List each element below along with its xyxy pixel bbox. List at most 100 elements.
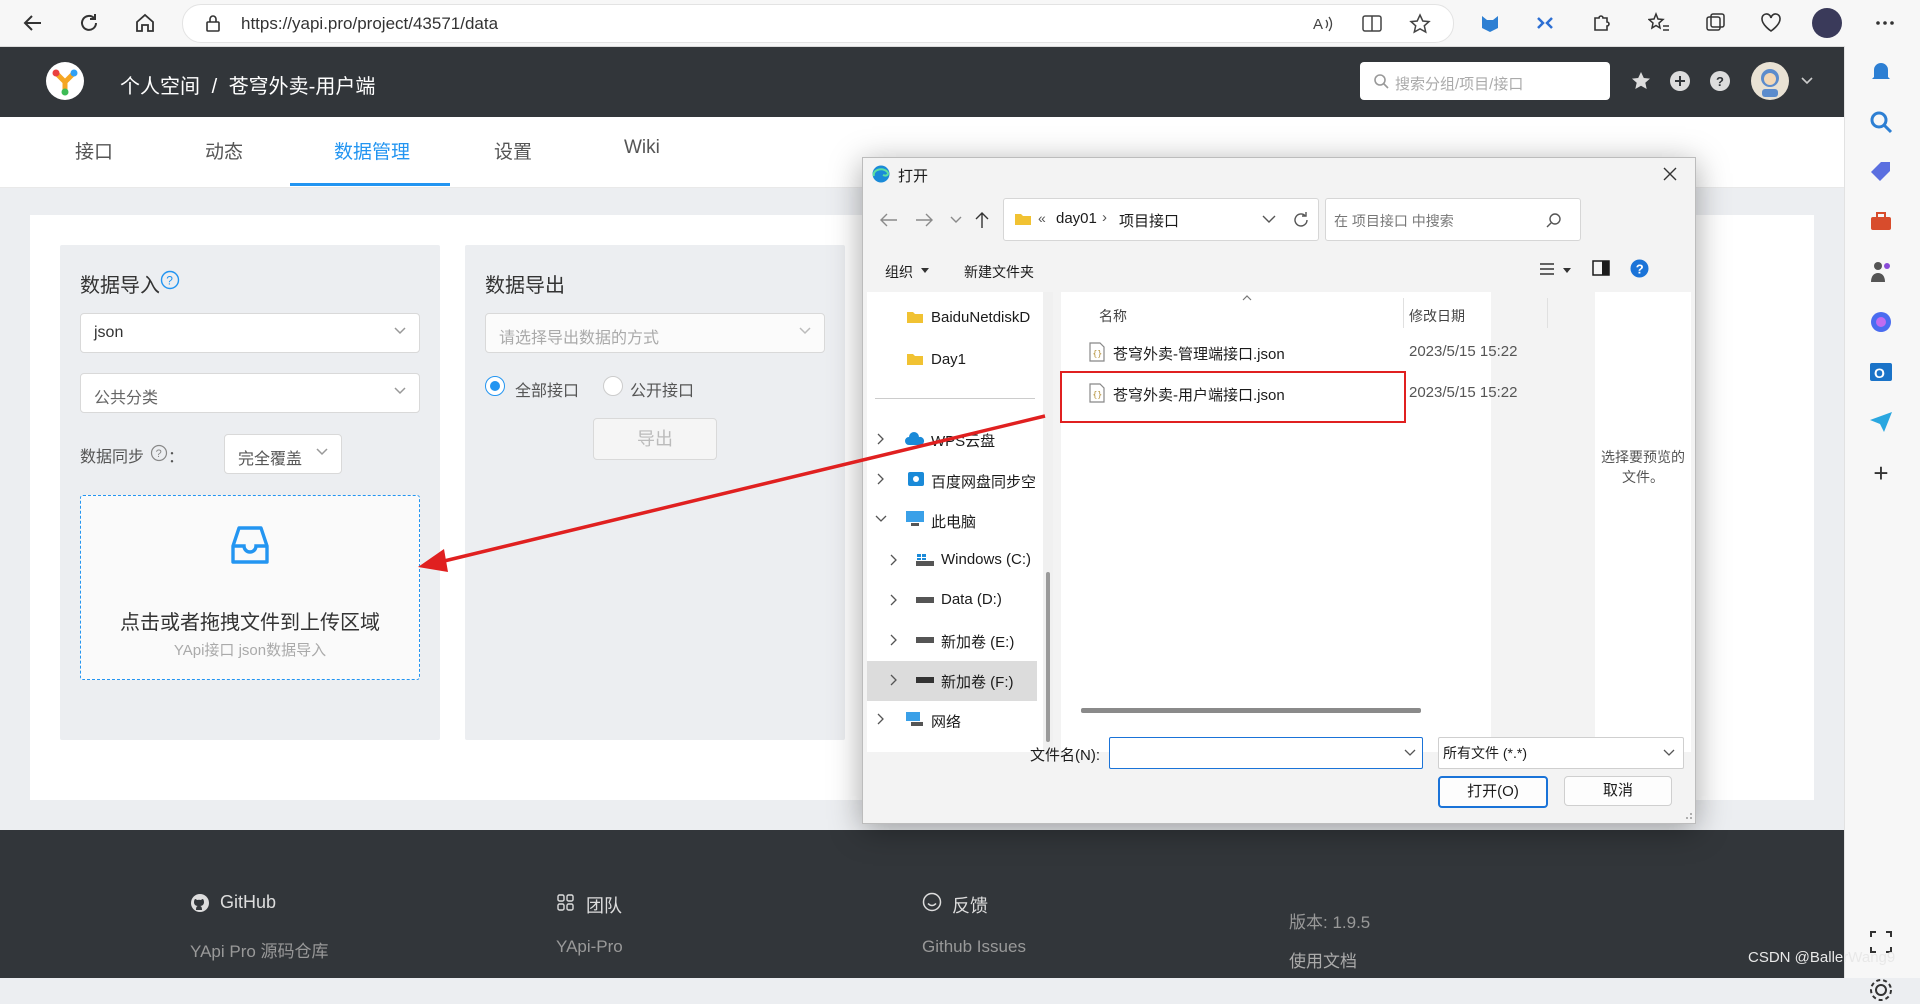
- tab-data-management[interactable]: 数据管理: [334, 137, 410, 164]
- dialog-search-input[interactable]: 在 项目接口 中搜索: [1325, 198, 1581, 241]
- extension-cat-icon[interactable]: [1475, 8, 1505, 38]
- tree-scrollbar[interactable]: [1043, 292, 1053, 752]
- add-sidebar-app-icon[interactable]: +: [1867, 460, 1895, 488]
- open-button[interactable]: 打开(O): [1438, 776, 1548, 808]
- send-icon[interactable]: [1867, 408, 1895, 436]
- arrow-up-icon[interactable]: [974, 211, 990, 229]
- tree-item-this-pc[interactable]: 此电脑: [931, 511, 976, 532]
- new-folder-button[interactable]: 新建文件夹: [964, 262, 1034, 282]
- path-folder-day01[interactable]: day01: [1056, 210, 1097, 227]
- read-aloud-icon[interactable]: A: [1313, 14, 1335, 34]
- chevron-right-icon[interactable]: [877, 433, 885, 445]
- sidebar-settings-icon[interactable]: [1867, 976, 1895, 1004]
- shopping-tag-icon[interactable]: [1867, 158, 1895, 186]
- radio-public-interfaces[interactable]: [603, 376, 623, 396]
- chevron-down-icon[interactable]: [1800, 76, 1814, 86]
- arrow-left-icon[interactable]: [880, 213, 898, 227]
- search-icon[interactable]: [1867, 108, 1895, 136]
- radio-public-label[interactable]: 公开接口: [630, 377, 694, 401]
- path-folder-current[interactable]: 项目接口: [1119, 210, 1179, 231]
- format-select[interactable]: json: [80, 313, 420, 353]
- cancel-button[interactable]: 取消: [1564, 776, 1672, 806]
- category-select[interactable]: 公共分类: [80, 373, 420, 413]
- star-icon[interactable]: [1630, 70, 1652, 92]
- chevron-down-icon[interactable]: [875, 515, 887, 523]
- notification-bell-icon[interactable]: [1867, 58, 1895, 86]
- refresh-icon[interactable]: [1292, 211, 1310, 229]
- help-circle-icon[interactable]: ?: [1630, 259, 1649, 278]
- tree-item-baidunetdisk[interactable]: BaiduNetdiskD: [931, 309, 1030, 326]
- breadcrumb-project[interactable]: 苍穹外卖-用户端: [229, 76, 376, 98]
- header-search-input[interactable]: 搜索分组/项目/接口: [1360, 62, 1610, 100]
- tree-item-drive-d[interactable]: Data (D:): [941, 591, 1002, 608]
- breadcrumb-space[interactable]: 个人空间: [120, 76, 200, 98]
- footer-source-link[interactable]: YApi Pro 源码仓库: [190, 937, 329, 962]
- split-screen-icon[interactable]: [1361, 14, 1383, 34]
- chevron-right-icon[interactable]: [890, 594, 898, 606]
- tree-item-wps-cloud[interactable]: WPS云盘: [931, 430, 995, 451]
- tools-toolbox-icon[interactable]: [1867, 208, 1895, 236]
- collections-icon[interactable]: [1700, 8, 1730, 38]
- organize-menu[interactable]: 组织: [885, 262, 913, 282]
- column-date-header[interactable]: 修改日期: [1409, 306, 1465, 326]
- column-name-header[interactable]: 名称: [1099, 306, 1127, 326]
- footer-docs-link[interactable]: 使用文档: [1289, 947, 1357, 972]
- yapi-logo[interactable]: [46, 62, 84, 100]
- help-circle-icon[interactable]: ?: [160, 270, 180, 290]
- favorite-star-icon[interactable]: [1409, 13, 1431, 35]
- footer-team-link[interactable]: YApi-Pro: [556, 937, 623, 957]
- tab-settings[interactable]: 设置: [494, 137, 532, 164]
- home-button[interactable]: [128, 6, 162, 40]
- tree-item-day1[interactable]: Day1: [931, 351, 966, 368]
- export-method-select[interactable]: 请选择导出数据的方式: [485, 313, 825, 353]
- file-type-select[interactable]: 所有文件 (*.*): [1438, 737, 1684, 769]
- tree-item-network[interactable]: 网络: [931, 711, 961, 728]
- tab-interface[interactable]: 接口: [75, 137, 113, 164]
- back-button[interactable]: [16, 6, 50, 40]
- chevron-down-icon[interactable]: [950, 216, 962, 224]
- tree-item-drive-e[interactable]: 新加卷 (E:): [941, 631, 1014, 652]
- games-icon[interactable]: [1867, 258, 1895, 286]
- user-avatar[interactable]: [1751, 62, 1789, 100]
- help-circle-icon[interactable]: ?: [150, 444, 168, 462]
- radio-all-interfaces[interactable]: [485, 376, 505, 396]
- profile-avatar[interactable]: [1812, 8, 1842, 38]
- sync-mode-select[interactable]: 完全覆盖: [224, 434, 342, 474]
- radio-all-label[interactable]: 全部接口: [515, 377, 579, 401]
- favorites-list-icon[interactable]: [1644, 8, 1674, 38]
- arrow-right-icon[interactable]: [915, 213, 933, 227]
- address-bar[interactable]: https://yapi.pro/project/43571/data A: [182, 4, 1454, 43]
- copilot-icon[interactable]: [1867, 308, 1895, 336]
- caret-down-icon[interactable]: [1563, 268, 1571, 274]
- close-icon[interactable]: [1663, 167, 1677, 181]
- extensions-puzzle-icon[interactable]: [1586, 8, 1616, 38]
- extension-arrows-icon[interactable]: [1530, 8, 1560, 38]
- chevron-right-icon[interactable]: [877, 473, 885, 485]
- footer-issues-link[interactable]: Github Issues: [922, 937, 1026, 957]
- chevron-down-icon[interactable]: [1404, 749, 1416, 757]
- tree-item-drive-c[interactable]: Windows (C:): [941, 551, 1031, 568]
- tree-item-drive-f[interactable]: 新加卷 (F:): [941, 671, 1014, 692]
- reload-button[interactable]: [72, 6, 106, 40]
- browser-essentials-icon[interactable]: [1756, 8, 1786, 38]
- upload-drop-zone[interactable]: 点击或者拖拽文件到上传区域 YApi接口 json数据导入: [80, 495, 420, 680]
- tree-item-baidu-sync[interactable]: 百度网盘同步空: [931, 471, 1036, 492]
- outlook-icon[interactable]: O: [1867, 358, 1895, 386]
- chevron-right-icon[interactable]: [877, 713, 885, 725]
- add-circle-icon[interactable]: [1669, 70, 1691, 92]
- view-list-icon[interactable]: [1539, 262, 1555, 276]
- more-menu-icon[interactable]: [1870, 8, 1900, 38]
- chevron-right-icon[interactable]: [890, 554, 898, 566]
- horizontal-scrollbar[interactable]: [1081, 708, 1421, 713]
- help-circle-icon[interactable]: ?: [1709, 70, 1731, 92]
- export-button[interactable]: 导出: [593, 418, 717, 460]
- file-row[interactable]: {} 苍穹外卖-管理端接口.json 2023/5/15 15:22: [1061, 334, 1561, 370]
- tab-activity[interactable]: 动态: [205, 137, 243, 164]
- preview-pane-icon[interactable]: [1592, 260, 1610, 276]
- chevron-right-icon[interactable]: [890, 674, 898, 686]
- resize-grip-icon[interactable]: [1681, 808, 1693, 820]
- chevron-right-icon[interactable]: [890, 634, 898, 646]
- filename-input[interactable]: [1109, 737, 1423, 769]
- chevron-down-icon[interactable]: [1262, 215, 1276, 224]
- path-bar[interactable]: « day01 › 项目接口: [1003, 198, 1319, 241]
